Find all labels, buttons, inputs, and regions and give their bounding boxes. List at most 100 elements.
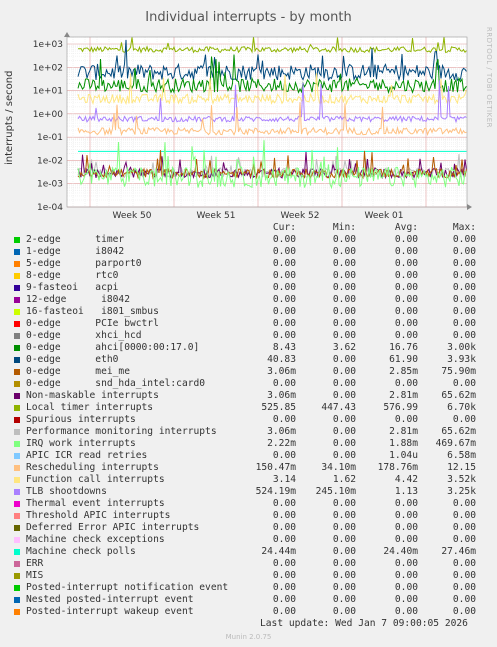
legend-label: ERR xyxy=(26,558,44,569)
legend-avg: 0.00 xyxy=(394,270,418,281)
legend-cur: 0.00 xyxy=(272,558,296,569)
legend-avg: 4.42 xyxy=(394,474,418,485)
y-tick-label: 1e+02 xyxy=(33,63,63,73)
legend-avg: 2.81m xyxy=(389,390,418,401)
legend-max: 0.00 xyxy=(452,414,476,425)
legend-cur: 0.00 xyxy=(272,234,296,245)
legend-min: 0.00 xyxy=(332,498,356,509)
col-min: Min: xyxy=(332,222,356,233)
legend-cur: 0.00 xyxy=(272,450,296,461)
legend-cur: 0.00 xyxy=(272,606,296,617)
legend-swatch xyxy=(14,381,20,387)
legend-label: 0-edge ahci[0000:00:17.0] xyxy=(26,342,200,353)
legend-row: 16-fasteoi i801_smbus 0.00 0.00 0.00 0.00 xyxy=(12,306,492,318)
legend-swatch xyxy=(14,549,20,555)
y-tick-label: 1e-02 xyxy=(37,156,63,166)
legend-cur: 0.00 xyxy=(272,258,296,269)
legend-swatch xyxy=(14,261,20,267)
legend-avg: 0.00 xyxy=(394,378,418,389)
legend-label: 0-edge xhci_hcd xyxy=(26,330,142,341)
legend-max: 0.00 xyxy=(452,294,476,305)
legend-swatch xyxy=(14,441,20,447)
legend-avg: 1.04u xyxy=(389,450,418,461)
legend-row: APIC ICR read retries 0.00 0.00 1.04u 6.58m xyxy=(12,450,492,462)
legend-label: Nested posted-interrupt event xyxy=(26,594,194,605)
legend-swatch xyxy=(14,429,20,435)
legend-row: Local timer interrupts 525.85 447.43 576.99… xyxy=(12,402,492,414)
legend-avg: 2.81m xyxy=(389,426,418,437)
legend-avg: 0.00 xyxy=(394,294,418,305)
legend-avg: 0.00 xyxy=(394,594,418,605)
legend-label: Posted-interrupt wakeup event xyxy=(26,606,194,617)
legend-row: 2-edge timer 0.00 0.00 0.00 0.00 xyxy=(12,234,492,246)
legend-cur: 3.06m xyxy=(267,390,296,401)
x-tick-label: Week 50 xyxy=(113,211,152,220)
y-tick-label: 1e-04 xyxy=(37,203,63,213)
legend-max: 65.62m xyxy=(441,426,476,437)
x-tick-labels: Week 50 Week 51 Week 52 Week 01 xyxy=(113,211,404,220)
legend-max: 0.00 xyxy=(452,606,476,617)
legend-swatch xyxy=(14,309,20,315)
legend-row: 0-edge ahci[0000:00:17.0] 8.43 3.62 16.76 3.… xyxy=(12,342,492,354)
chart-plot: 1e+03 1e+02 1e+01 1e+00 1e-01 1e-02 1e-03 1e-04… xyxy=(33,32,472,220)
legend-row: 1-edge i8042 0.00 0.00 0.00 0.00 xyxy=(12,246,492,258)
legend-min: 245.10m xyxy=(315,486,356,497)
legend-avg: 0.00 xyxy=(394,522,418,533)
legend-max: 3.93k xyxy=(447,354,476,365)
legend-swatch xyxy=(14,609,20,615)
legend-row: Performance monitoring interrupts 3.06m 0.… xyxy=(12,426,492,438)
legend-row: Machine check polls 24.44m 0.00 24.40m 27.46… xyxy=(12,546,492,558)
legend-min: 34.10m xyxy=(321,462,356,473)
legend-row: Non-maskable interrupts 3.06m 0.00 2.81m 65.… xyxy=(12,390,492,402)
legend-row: 0-edge PCIe bwctrl 0.00 0.00 0.00 0.00 xyxy=(12,318,492,330)
legend-min: 0.00 xyxy=(332,270,356,281)
legend-min: 0.00 xyxy=(332,570,356,581)
legend-cur: 524.19m xyxy=(255,486,296,497)
legend-label: 12-edge i8042 xyxy=(26,294,130,305)
legend-label: Thermal event interrupts xyxy=(26,498,165,509)
legend-min: 0.00 xyxy=(332,558,356,569)
legend-avg: 0.00 xyxy=(394,282,418,293)
legend-min: 0.00 xyxy=(332,354,356,365)
legend-table: Cur: Min: Avg: Max: 2-edge timer 0.00 0.00… xyxy=(12,222,492,618)
x-tick-label: Week 01 xyxy=(365,211,404,220)
legend-min: 0.00 xyxy=(332,258,356,269)
legend-avg: 0.00 xyxy=(394,318,418,329)
legend-max: 0.00 xyxy=(452,534,476,545)
col-max: Max: xyxy=(452,222,476,233)
legend-avg: 24.40m xyxy=(383,546,418,557)
legend-swatch xyxy=(14,465,20,471)
legend-max: 469.67m xyxy=(435,438,476,449)
legend-cur: 0.00 xyxy=(272,414,296,425)
legend-cur: 0.00 xyxy=(272,498,296,509)
legend-avg: 0.00 xyxy=(394,510,418,521)
legend-swatch xyxy=(14,249,20,255)
col-cur: Cur: xyxy=(272,222,296,233)
legend-label: 1-edge i8042 xyxy=(26,246,125,257)
y-tick-label: 1e+03 xyxy=(33,40,63,50)
legend-cur: 0.00 xyxy=(272,270,296,281)
legend-label: 2-edge timer xyxy=(26,234,125,245)
y-tick-label: 1e+00 xyxy=(33,110,64,120)
legend-cur: 3.06m xyxy=(267,426,296,437)
legend-min: 0.00 xyxy=(332,510,356,521)
legend-swatch xyxy=(14,405,20,411)
legend-max: 0.00 xyxy=(452,582,476,593)
legend-row: 8-edge rtc0 0.00 0.00 0.00 0.00 xyxy=(12,270,492,282)
legend-min: 0.00 xyxy=(332,606,356,617)
legend-swatch xyxy=(14,585,20,591)
legend-cur: 0.00 xyxy=(272,330,296,341)
legend-avg: 576.99 xyxy=(383,402,418,413)
legend-label: Performance monitoring interrupts xyxy=(26,426,217,437)
legend-min: 0.00 xyxy=(332,438,356,449)
legend-max: 0.00 xyxy=(452,498,476,509)
legend-swatch xyxy=(14,513,20,519)
legend-cur: 0.00 xyxy=(272,522,296,533)
legend-avg: 0.00 xyxy=(394,246,418,257)
legend-swatch xyxy=(14,489,20,495)
legend-swatch xyxy=(14,237,20,243)
legend-cur: 525.85 xyxy=(261,402,296,413)
legend-max: 0.00 xyxy=(452,234,476,245)
legend-max: 3.25k xyxy=(447,486,476,497)
legend-avg: 0.00 xyxy=(394,558,418,569)
